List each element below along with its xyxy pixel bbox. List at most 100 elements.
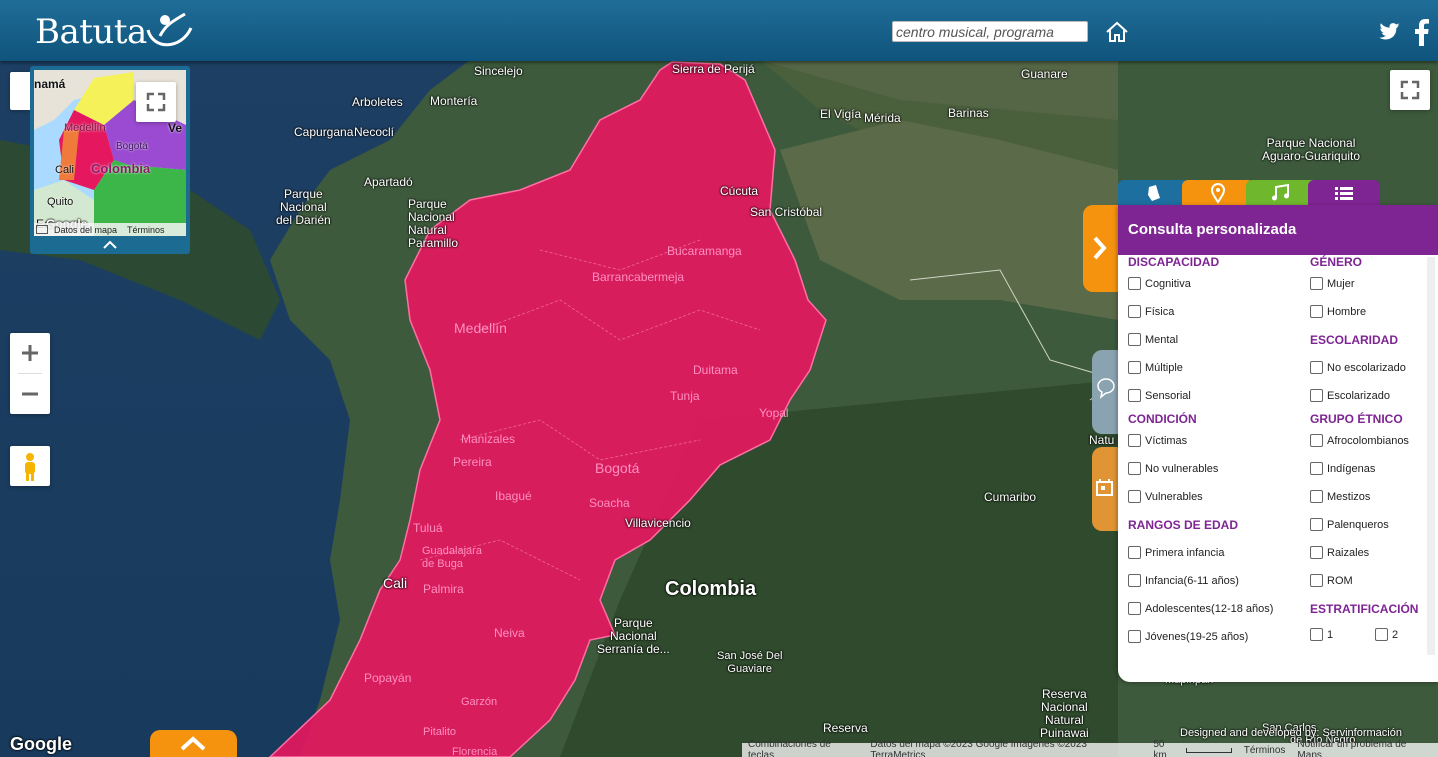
city-label: Manizales [461, 432, 516, 446]
shortcuts-link[interactable]: Combinaciones de teclas [742, 739, 864, 757]
option-palenqueros[interactable]: Palenqueros [1310, 518, 1389, 531]
city-label: Cumaribo [984, 490, 1037, 504]
option-mujer[interactable]: Mujer [1310, 277, 1355, 290]
minimap-terms-link[interactable]: Términos [127, 225, 165, 235]
checkbox[interactable] [1128, 630, 1141, 643]
scale-bar [1186, 747, 1232, 753]
brand-logo[interactable]: Batuta [35, 12, 147, 52]
option-indigenas[interactable]: Indígenas [1310, 462, 1375, 475]
checkbox[interactable] [1310, 546, 1323, 559]
search-input[interactable]: centro musical, programa [892, 21, 1088, 42]
minimap-footer: Datos del mapa Términos [34, 223, 186, 236]
scale-label[interactable]: 50 km [1147, 739, 1186, 757]
minimap-collapse-button[interactable] [30, 236, 190, 254]
option-vulnerables[interactable]: Vulnerables [1128, 490, 1203, 503]
checkbox[interactable] [1310, 490, 1323, 503]
city-label: Barrancabermeja [592, 270, 685, 284]
city-label: Necoclí [354, 125, 395, 139]
option-raizales[interactable]: Raizales [1310, 546, 1369, 559]
option-rom[interactable]: ROM [1310, 574, 1353, 587]
checkbox[interactable] [1310, 361, 1323, 374]
tab-regions[interactable] [1118, 180, 1190, 206]
checkbox[interactable] [1310, 518, 1323, 531]
option-primera-infancia[interactable]: Primera infancia [1128, 546, 1224, 559]
city-label: Pereira [453, 455, 492, 469]
option-adolescentes[interactable]: Adolescentes(12-18 años) [1128, 602, 1273, 615]
option-mental[interactable]: Mental [1128, 333, 1178, 346]
checkbox[interactable] [1128, 333, 1141, 346]
checkbox[interactable] [1128, 277, 1141, 290]
panel-scrollbar[interactable] [1427, 257, 1435, 655]
country-label: Colombia [665, 578, 757, 600]
comments-button[interactable] [1092, 350, 1120, 434]
minimap-data-link[interactable]: Datos del mapa [54, 225, 117, 235]
minimap-label: namá [34, 77, 66, 91]
checkbox[interactable] [1128, 361, 1141, 374]
custom-query-panel: Consulta personalizada DISCAPACIDAD Cogn… [1118, 205, 1438, 682]
checkbox[interactable] [1375, 628, 1388, 641]
city-label: Guanare [1021, 67, 1068, 81]
checkbox[interactable] [1128, 462, 1141, 475]
option-hombre[interactable]: Hombre [1310, 305, 1366, 318]
checkbox[interactable] [1310, 277, 1323, 290]
city-label: El Vigía [820, 107, 862, 121]
option-afrocolombianos[interactable]: Afrocolombianos [1310, 434, 1409, 447]
option-no-escolarizado[interactable]: No escolarizado [1310, 361, 1406, 374]
park-label: Parque Nacional Natural Paramillo [408, 197, 459, 250]
street-view-pegman[interactable] [10, 446, 50, 486]
option-cognitiva[interactable]: Cognitiva [1128, 277, 1191, 290]
option-multiple[interactable]: Múltiple [1128, 361, 1183, 374]
checkbox[interactable] [1310, 389, 1323, 402]
minimap-label: Ve [168, 121, 183, 135]
report-link[interactable]: Notificar un problema de Maps [1291, 739, 1438, 757]
option-no-vulnerables[interactable]: No vulnerables [1128, 462, 1218, 475]
minimap-fullscreen-button[interactable] [136, 82, 176, 122]
city-label: Guadalajara de Buga [422, 545, 482, 570]
option-infancia[interactable]: Infancia(6-11 años) [1128, 574, 1239, 587]
option-sensorial[interactable]: Sensorial [1128, 389, 1191, 402]
option-estrato-2[interactable]: 2 [1375, 628, 1398, 641]
checkbox[interactable] [1310, 434, 1323, 447]
checkbox[interactable] [1310, 574, 1323, 587]
checkbox[interactable] [1128, 389, 1141, 402]
park-label: Parque Nacional Aguaro-Guariquito [1262, 136, 1361, 163]
option-mestizos[interactable]: Mestizos [1310, 490, 1370, 503]
park-label: Reserva [823, 721, 868, 735]
minimap-canvas[interactable]: namá Medellín Bogotá Cali Colombia Quito… [34, 70, 186, 236]
zoom-in-button[interactable] [10, 333, 50, 373]
checkbox[interactable] [1128, 602, 1141, 615]
checkbox[interactable] [1128, 434, 1141, 447]
tab-custom-query[interactable] [1308, 180, 1380, 206]
tab-locations[interactable] [1182, 180, 1254, 206]
option-victimas[interactable]: Víctimas [1128, 434, 1187, 447]
logo-figure-icon [146, 12, 193, 47]
option-escolarizado[interactable]: Escolarizado [1310, 389, 1390, 402]
checkbox[interactable] [1310, 305, 1323, 318]
terms-link[interactable]: Términos [1238, 745, 1292, 756]
fullscreen-button[interactable] [1390, 70, 1430, 110]
checkbox[interactable] [1128, 305, 1141, 318]
option-jovenes[interactable]: Jóvenes(19-25 años) [1128, 630, 1248, 643]
panel-collapse-button[interactable] [1083, 205, 1119, 292]
calendar-button[interactable] [1092, 447, 1120, 531]
checkbox[interactable] [1128, 546, 1141, 559]
map-type-control[interactable] [10, 72, 30, 110]
checkbox[interactable] [1128, 574, 1141, 587]
section-rangos-edad: RANGOS DE EDAD [1128, 518, 1239, 532]
speech-bubble-icon [1097, 378, 1115, 399]
overview-minimap[interactable]: namá Medellín Bogotá Cali Colombia Quito… [30, 66, 190, 254]
checkbox[interactable] [1310, 462, 1323, 475]
zoom-out-button[interactable] [10, 374, 50, 414]
fullscreen-icon [1400, 80, 1420, 100]
home-icon[interactable] [1104, 19, 1130, 45]
facebook-icon[interactable] [1412, 18, 1430, 46]
checkbox[interactable] [1128, 490, 1141, 503]
bottom-drawer-toggle[interactable] [150, 730, 237, 757]
top-header: Batuta centro musical, programa [0, 0, 1438, 61]
city-label: San Cristóbal [750, 205, 823, 219]
checkbox[interactable] [1310, 628, 1323, 641]
option-estrato-1[interactable]: 1 [1310, 628, 1333, 641]
twitter-icon[interactable] [1378, 20, 1402, 44]
minus-icon [22, 392, 38, 396]
option-fisica[interactable]: Física [1128, 305, 1174, 318]
